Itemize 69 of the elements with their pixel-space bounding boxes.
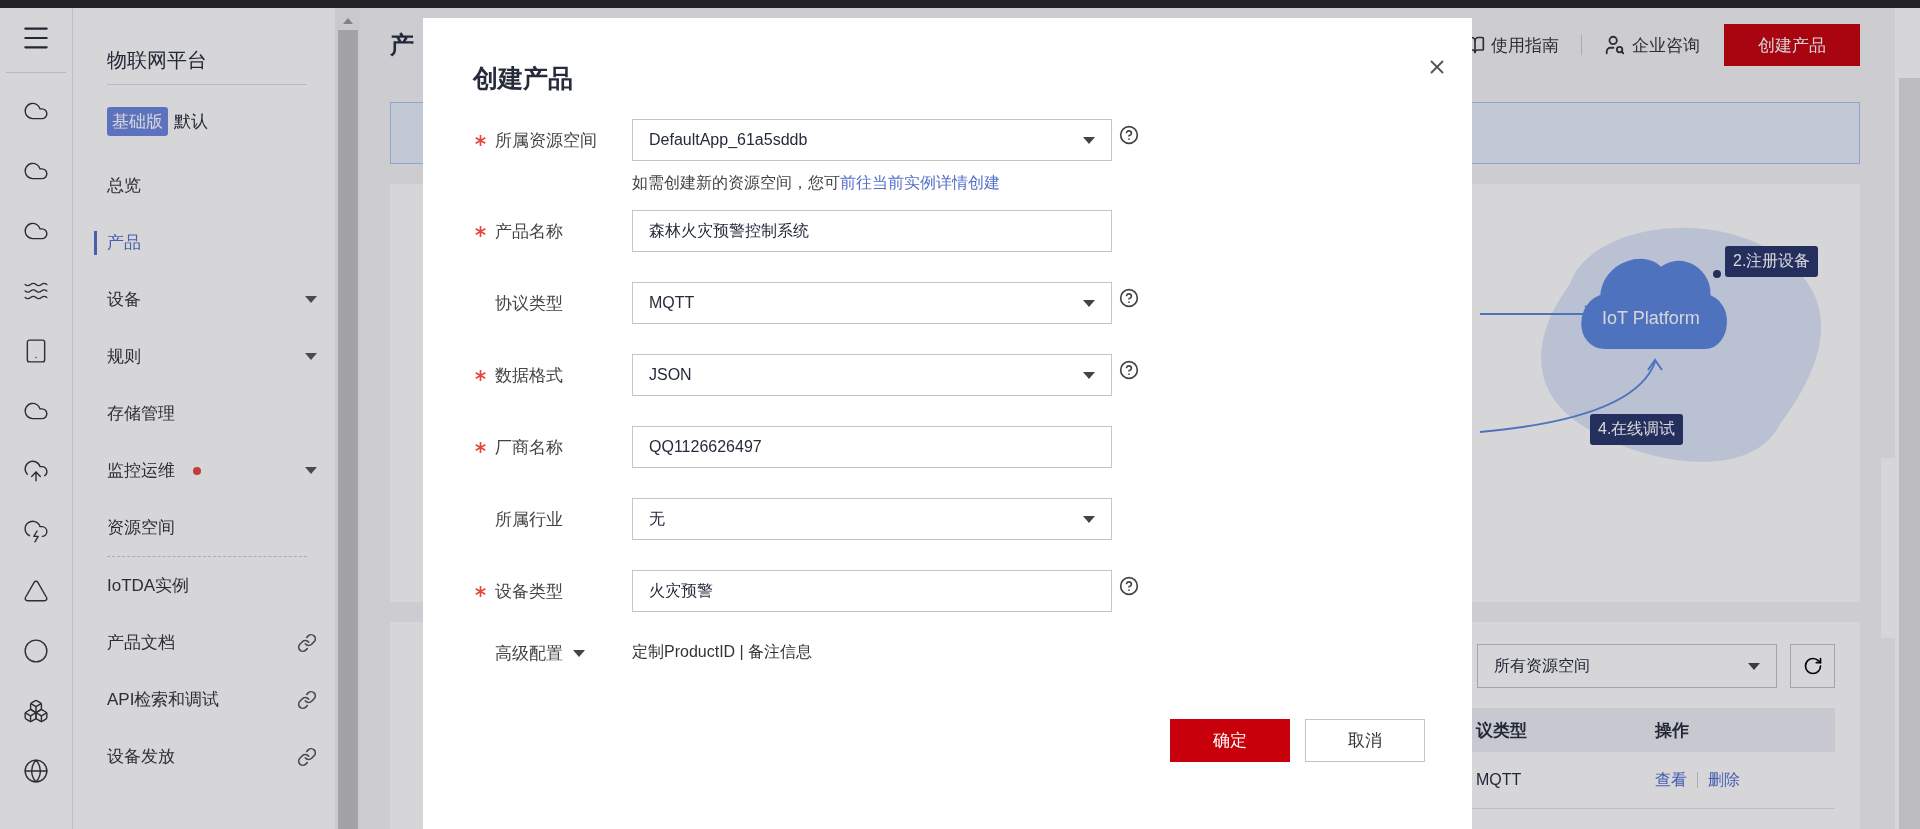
alert-dot: [193, 466, 201, 475]
field-label: 设备类型: [473, 570, 632, 612]
select-field[interactable]: 无: [632, 498, 1112, 540]
space-filter-select[interactable]: 所有资源空间: [1477, 644, 1777, 688]
edition-name: 默认: [174, 110, 208, 133]
sidebar-item[interactable]: 设备发放: [94, 728, 317, 785]
select-field[interactable]: MQTT: [632, 282, 1112, 324]
cancel-button[interactable]: 取消: [1305, 719, 1425, 762]
table-cell-text: MQTT: [1475, 771, 1523, 789]
sidebar-item[interactable]: 资源空间: [94, 499, 317, 556]
action-link[interactable]: 删除: [1708, 769, 1740, 791]
field-label: 所属行业: [494, 508, 564, 531]
advanced-options: 定制ProductID | 备注信息: [632, 642, 813, 663]
column-header: 操作: [1655, 719, 1690, 742]
advanced-toggle[interactable]: 高级配置: [473, 642, 632, 665]
field-label: 产品名称: [473, 210, 632, 252]
select-field[interactable]: JSON: [632, 354, 1112, 396]
link-icon: [297, 746, 317, 767]
help-icon[interactable]: [1119, 125, 1139, 145]
globe-icon[interactable]: [23, 758, 49, 784]
person-search-icon: [1604, 34, 1626, 56]
sidebar-item[interactable]: 产品文档: [94, 614, 317, 671]
sidebar-item[interactable]: 设备: [94, 271, 317, 328]
cloud-upload-icon[interactable]: [23, 458, 49, 484]
hint-link[interactable]: 前往当前实例详情创建: [840, 174, 1000, 191]
field-label: 厂商名称: [473, 426, 632, 468]
consult-link[interactable]: 企业咨询: [1604, 33, 1700, 57]
link-icon: [297, 632, 317, 653]
sidebar-item[interactable]: API检索和调试: [94, 671, 317, 728]
field-label: 协议类型: [494, 292, 564, 315]
refresh-icon: [1802, 656, 1823, 676]
sidebar-item[interactable]: IoTDA实例: [94, 557, 317, 614]
caret-icon: [305, 353, 317, 360]
step-label: 4.在线调试: [1590, 414, 1684, 445]
sidebar-item[interactable]: 总览: [94, 157, 317, 214]
confirm-button[interactable]: 确定: [1170, 719, 1290, 762]
page-title: 产: [390, 30, 414, 60]
cloud-lightning-icon[interactable]: [23, 518, 49, 544]
field-label: 所属资源空间: [473, 119, 632, 161]
caret-icon: [305, 467, 317, 474]
sidebar-item[interactable]: 存储管理: [94, 385, 317, 442]
input-field[interactable]: 火灾预警: [632, 570, 1112, 612]
field-label: 数据格式: [473, 354, 632, 396]
input-field[interactable]: 森林火灾预警控制系统: [632, 210, 1112, 252]
select-field[interactable]: DefaultApp_61a5sddb: [632, 119, 1112, 161]
sidebar-item[interactable]: 规则: [94, 328, 317, 385]
caret-icon: [305, 296, 317, 303]
sidebar-item[interactable]: 监控运维: [94, 442, 317, 499]
column-header: 议类型: [1474, 719, 1528, 742]
triangle-icon[interactable]: [23, 578, 49, 604]
help-icon[interactable]: [1119, 576, 1139, 596]
link-icon: [297, 689, 317, 710]
action-link[interactable]: 查看: [1655, 769, 1687, 791]
scrollbar-thumb[interactable]: [337, 30, 358, 829]
edition-badge: 基础版: [107, 106, 168, 136]
create-product-button[interactable]: 创建产品: [1724, 24, 1860, 66]
scrollbar-thumb[interactable]: [1899, 78, 1920, 829]
hint-text: 如需创建新的资源空间，您可前往当前实例详情创建: [632, 173, 1001, 193]
step-label: 2.注册设备: [1725, 246, 1819, 277]
help-icon[interactable]: [1119, 288, 1139, 308]
sidebar-item[interactable]: 产品: [94, 214, 317, 271]
circle-icon[interactable]: [23, 638, 49, 664]
help-icon[interactable]: [1119, 360, 1139, 380]
sidebar-title: 物联网平台: [107, 36, 307, 85]
input-field[interactable]: QQ1126626497: [632, 426, 1112, 468]
dialog-title: 创建产品: [473, 63, 573, 94]
platform-label: IoT Platform: [1602, 308, 1700, 329]
refresh-button[interactable]: [1790, 644, 1835, 688]
boxes-icon[interactable]: [23, 698, 49, 724]
